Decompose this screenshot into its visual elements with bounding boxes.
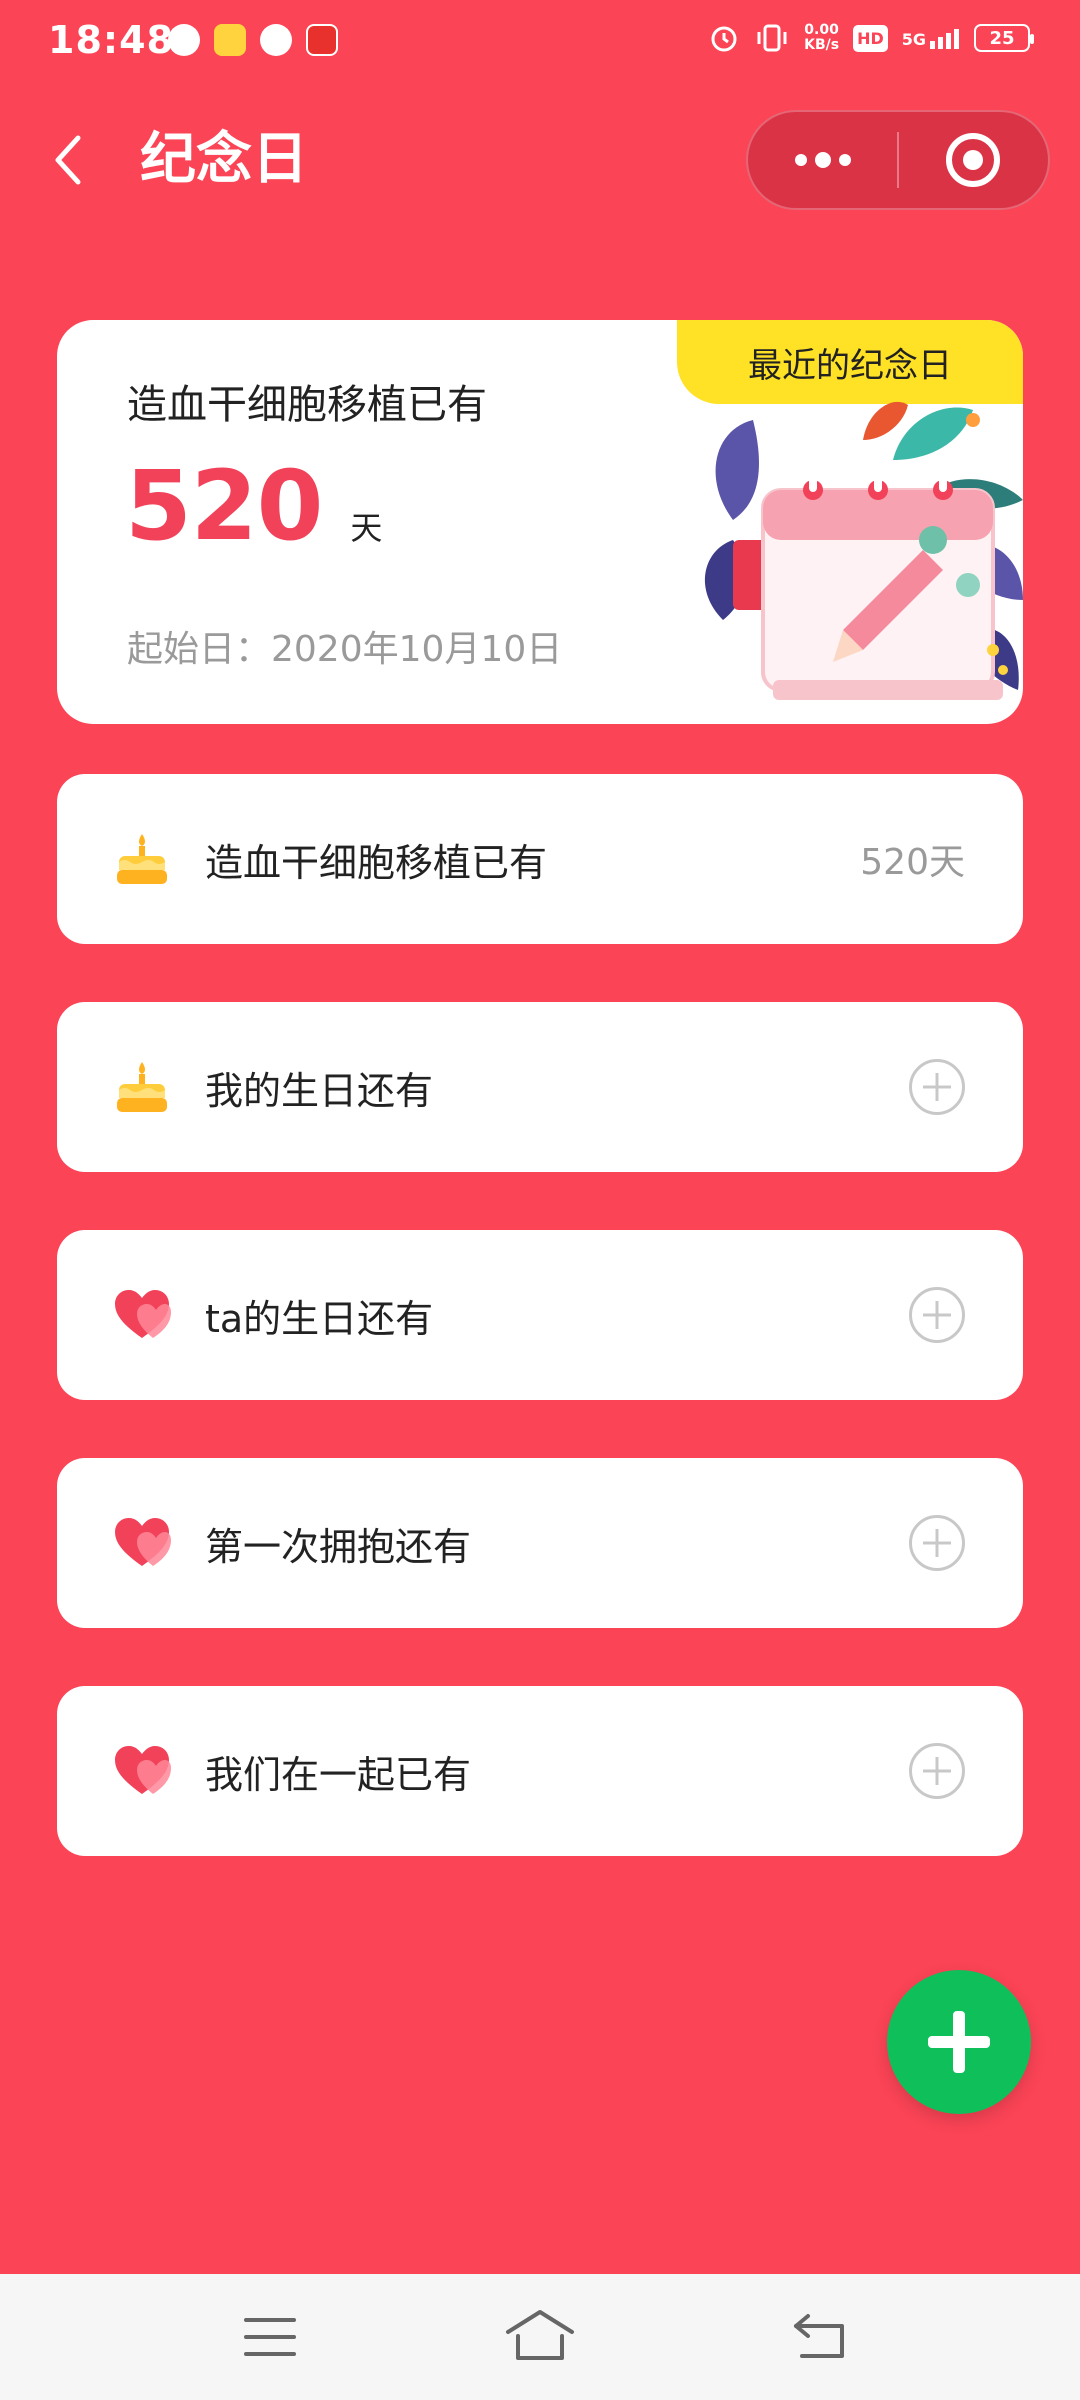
item-label: 第一次拥抱还有: [205, 1524, 472, 1569]
system-nav-bar: [0, 2274, 1080, 2400]
status-indicators: 0.00 KB/s HD 5G 25: [708, 22, 1034, 54]
day-unit: 天: [350, 509, 383, 547]
item-label: 我的生日还有: [205, 1068, 434, 1113]
chevron-left-icon: [55, 135, 81, 185]
item-label: ta的生日还有: [205, 1296, 434, 1341]
list-item[interactable]: 造血干细胞移植已有 520天: [57, 774, 1023, 944]
battery-icon: 25: [974, 24, 1034, 52]
list-item[interactable]: 我们在一起已有: [57, 1686, 1023, 1856]
heart-icon: [115, 1746, 171, 1794]
alarm-icon: [711, 26, 737, 52]
menu-button[interactable]: [230, 2304, 310, 2370]
app-notification-icon: [306, 24, 338, 56]
more-dots-icon: [794, 152, 851, 168]
add-circle-icon[interactable]: [909, 1743, 965, 1799]
net-speed-unit: KB/s: [804, 37, 840, 53]
back-button[interactable]: [44, 128, 94, 192]
calendar-illustration: [704, 401, 1023, 700]
app-notification-icon: [168, 24, 200, 56]
list-item[interactable]: 第一次拥抱还有: [57, 1458, 1023, 1628]
add-circle-icon[interactable]: [909, 1059, 965, 1115]
vibrate-icon: [757, 24, 787, 52]
battery-level: 25: [989, 27, 1015, 49]
heart-icon: [115, 1290, 171, 1338]
home-button[interactable]: [500, 2304, 580, 2370]
item-label: 我们在一起已有: [205, 1752, 472, 1797]
list-item[interactable]: 我的生日还有: [57, 1002, 1023, 1172]
signal-label: 5G: [901, 30, 926, 49]
page-title: 纪念日: [140, 127, 308, 192]
hd-badge: HD: [853, 24, 888, 52]
signal-indicator: 5G: [902, 27, 960, 49]
home-icon: [506, 2310, 574, 2360]
notification-icons: [168, 24, 338, 56]
list-item[interactable]: ta的生日还有: [57, 1230, 1023, 1400]
recent-badge: 最近的纪念日: [677, 320, 1023, 404]
day-count: 520: [125, 450, 323, 562]
featured-anniversary-card[interactable]: 最近的纪念日 造血干细胞移植已有 520 天 起始日：2020年10月10日: [57, 320, 1023, 724]
more-button[interactable]: [748, 112, 897, 208]
cake-icon: [117, 834, 167, 884]
featured-title: 造血干细胞移植已有: [127, 382, 487, 428]
signal-icon: [930, 29, 959, 49]
net-speed-value: 0.00: [804, 22, 839, 38]
close-miniprogram-button[interactable]: [899, 112, 1048, 208]
status-bar: 18:48 0.00 KB/s HD 5G 25: [0, 0, 1080, 84]
add-anniversary-button[interactable]: [887, 1970, 1031, 2114]
mini-program-capsule: [746, 110, 1050, 210]
return-icon: [794, 2314, 844, 2358]
back-nav-button[interactable]: [780, 2304, 860, 2370]
app-notification-icon: [260, 24, 292, 56]
item-value: 520天: [860, 842, 965, 883]
featured-count: 520 天: [125, 450, 382, 562]
net-speed: 0.00 KB/s: [804, 23, 839, 53]
menu-icon: [244, 2318, 296, 2356]
target-close-icon: [946, 133, 1001, 187]
cake-icon: [117, 1062, 167, 1112]
status-time: 18:48: [48, 18, 174, 62]
app-notification-icon: [214, 24, 246, 56]
item-label: 造血干细胞移植已有: [205, 840, 548, 885]
heart-icon: [115, 1518, 171, 1566]
start-date: 起始日：2020年10月10日: [127, 629, 563, 670]
add-circle-icon[interactable]: [909, 1515, 965, 1571]
add-circle-icon[interactable]: [909, 1287, 965, 1343]
